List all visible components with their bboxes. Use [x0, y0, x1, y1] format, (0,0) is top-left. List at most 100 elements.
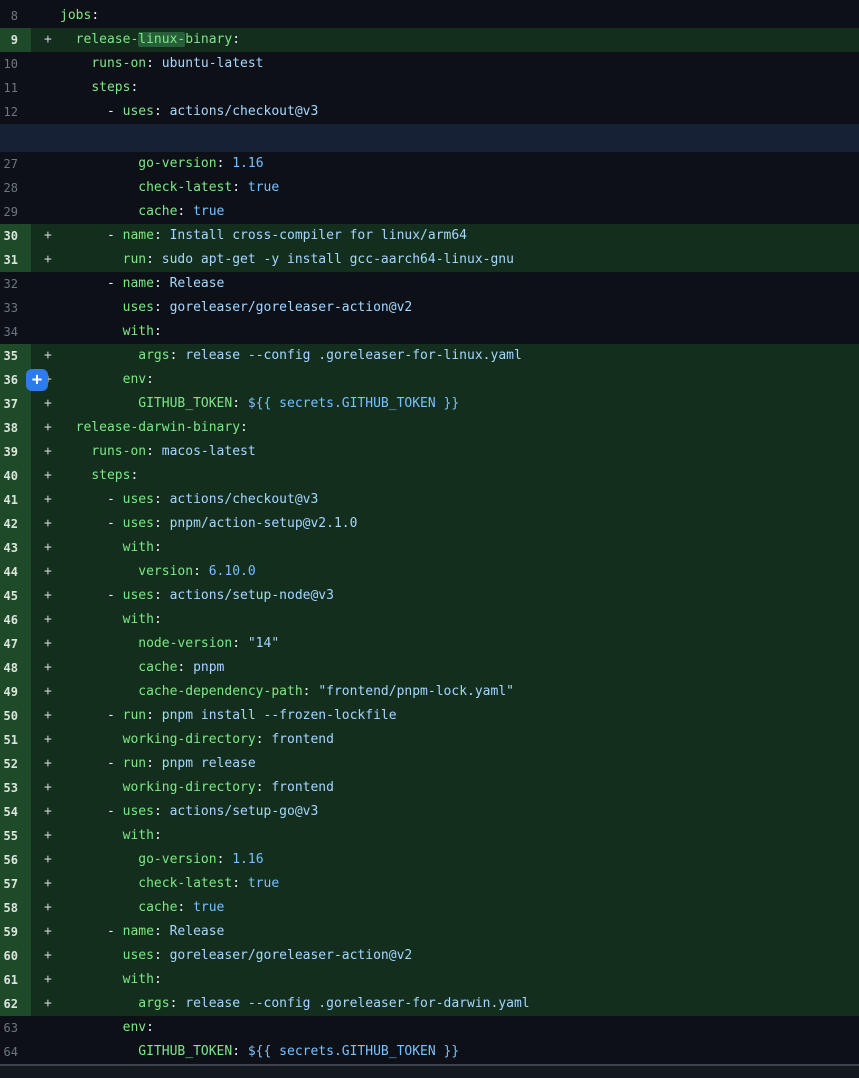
- line-number[interactable]: 43: [0, 536, 31, 560]
- diff-added-marker: +: [31, 848, 60, 872]
- diff-added-marker: +: [31, 632, 60, 656]
- line-number[interactable]: 12: [0, 100, 31, 124]
- line-number[interactable]: 50: [0, 704, 31, 728]
- code-token: with: [123, 828, 154, 843]
- line-number[interactable]: 46: [0, 608, 31, 632]
- code-token: :: [130, 468, 138, 483]
- line-number[interactable]: 63: [0, 1016, 31, 1040]
- diff-added-marker: +: [31, 872, 60, 896]
- diff-added-marker: +: [31, 920, 60, 944]
- code-text: working-directory: frontend: [60, 776, 859, 800]
- code-token: :: [154, 324, 162, 339]
- line-number[interactable]: 32: [0, 272, 31, 296]
- line-number[interactable]: 10: [0, 52, 31, 76]
- line-number[interactable]: 38: [0, 416, 31, 440]
- diff-line-47: 47+ node-version: "14": [0, 632, 859, 656]
- diff-line-37: 37+ GITHUB_TOKEN: ${{ secrets.GITHUB_TOK…: [0, 392, 859, 416]
- line-number[interactable]: 48: [0, 656, 31, 680]
- code-text: with:: [60, 536, 859, 560]
- diff-line-60: 60+ uses: goreleaser/goreleaser-action@v…: [0, 944, 859, 968]
- line-number[interactable]: 27: [0, 152, 31, 176]
- line-number[interactable]: 62: [0, 992, 31, 1016]
- diff-line-44: 44+ version: 6.10.0: [0, 560, 859, 584]
- line-number[interactable]: 49: [0, 680, 31, 704]
- line-number[interactable]: 9: [0, 28, 31, 52]
- code-text: uses: goreleaser/goreleaser-action@v2: [60, 944, 859, 968]
- line-number[interactable]: 58: [0, 896, 31, 920]
- line-number[interactable]: 54: [0, 800, 31, 824]
- diff-line-41: 41+ - uses: actions/checkout@v3: [0, 488, 859, 512]
- code-token: [60, 324, 123, 339]
- diff-marker-empty: [31, 272, 60, 296]
- code-token: name: [123, 276, 154, 291]
- line-number[interactable]: 33: [0, 296, 31, 320]
- code-token: -: [60, 804, 123, 819]
- line-number[interactable]: 60: [0, 944, 31, 968]
- line-number[interactable]: 59: [0, 920, 31, 944]
- code-token: :: [146, 56, 162, 71]
- diff-line-32: 32 - name: Release: [0, 272, 859, 296]
- diff-line-11: 11 steps:: [0, 76, 859, 100]
- code-token: :: [146, 708, 162, 723]
- code-token: cache: [138, 204, 177, 219]
- code-token: [60, 564, 138, 579]
- code-token: [60, 56, 91, 71]
- code-token: name: [123, 228, 154, 243]
- line-number[interactable]: 55: [0, 824, 31, 848]
- line-number[interactable]: 57: [0, 872, 31, 896]
- line-number[interactable]: 8: [0, 4, 31, 28]
- line-number[interactable]: 11: [0, 76, 31, 100]
- add-comment-button[interactable]: +: [26, 369, 48, 391]
- line-number[interactable]: 56: [0, 848, 31, 872]
- line-number[interactable]: 37: [0, 392, 31, 416]
- diff-expand-hidden-lines-region[interactable]: [0, 124, 859, 152]
- diff-marker-empty: [31, 1040, 60, 1064]
- diff-line-62: 62+ args: release --config .goreleaser-f…: [0, 992, 859, 1016]
- line-number[interactable]: 29: [0, 200, 31, 224]
- line-number[interactable]: 39: [0, 440, 31, 464]
- line-number[interactable]: 42: [0, 512, 31, 536]
- line-number[interactable]: 52: [0, 752, 31, 776]
- line-number[interactable]: 61: [0, 968, 31, 992]
- diff-added-marker: +: [31, 416, 60, 440]
- line-number[interactable]: 45: [0, 584, 31, 608]
- line-number[interactable]: 44: [0, 560, 31, 584]
- code-token: [60, 852, 138, 867]
- code-token: :: [177, 660, 193, 675]
- code-token: :: [146, 372, 154, 387]
- code-text: runs-on: ubuntu-latest: [60, 52, 859, 76]
- diff-line-53: 53+ working-directory: frontend: [0, 776, 859, 800]
- line-number[interactable]: 28: [0, 176, 31, 200]
- code-token: actions/checkout@v3: [170, 104, 319, 119]
- code-token: -: [60, 924, 123, 939]
- line-number[interactable]: 30: [0, 224, 31, 248]
- code-token: :: [303, 684, 319, 699]
- diff-line-52: 52+ - run: pnpm release: [0, 752, 859, 776]
- code-token: steps: [91, 80, 130, 95]
- code-text: go-version: 1.16: [60, 152, 859, 176]
- code-token: sudo apt-get -y install gcc-aarch64-linu…: [162, 252, 514, 267]
- line-number[interactable]: 40: [0, 464, 31, 488]
- line-number[interactable]: 31: [0, 248, 31, 272]
- code-token: [60, 420, 76, 435]
- code-text: env:: [60, 368, 859, 392]
- diff-marker-empty: [31, 320, 60, 344]
- code-token: pnpm: [193, 660, 224, 675]
- line-number[interactable]: 41: [0, 488, 31, 512]
- line-number[interactable]: 34: [0, 320, 31, 344]
- code-token: with: [123, 324, 154, 339]
- code-text: node-version: "14": [60, 632, 859, 656]
- diff-marker-empty: [31, 52, 60, 76]
- line-number[interactable]: 35: [0, 344, 31, 368]
- code-token: run: [123, 252, 146, 267]
- line-number[interactable]: 53: [0, 776, 31, 800]
- code-token: Release: [170, 924, 225, 939]
- code-text: - name: Install cross-compiler for linux…: [60, 224, 859, 248]
- code-token: :: [130, 80, 138, 95]
- diff-line-28: 28 check-latest: true: [0, 176, 859, 200]
- code-token: [60, 684, 138, 699]
- line-number[interactable]: 51: [0, 728, 31, 752]
- line-number[interactable]: 47: [0, 632, 31, 656]
- code-token: :: [217, 156, 233, 171]
- line-number[interactable]: 64: [0, 1040, 31, 1064]
